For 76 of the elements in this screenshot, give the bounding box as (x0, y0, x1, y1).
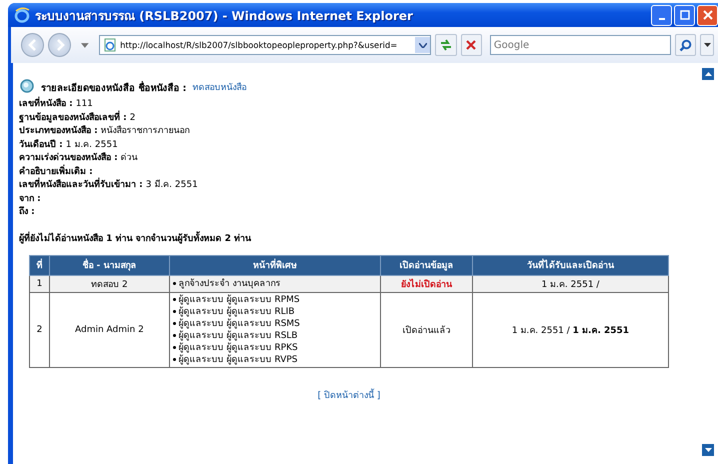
detail-value: 3 มี.ค. 2551 (146, 179, 198, 192)
bullet-icon (172, 322, 176, 325)
refresh-arrows-icon (439, 38, 454, 52)
minimize-icon (658, 18, 664, 20)
search-button[interactable] (675, 34, 696, 56)
detail-label: ประเภทของหนังสือ : (19, 125, 98, 138)
duty-item: ลูกจ้างประจำ งานบุคลากร (178, 278, 281, 290)
bullet-icon (172, 358, 176, 361)
duty-item: ผู้ดูแลระบบ ผู้ดูแลระบบ RLIB (178, 306, 295, 318)
dropdown-caret-icon[interactable] (81, 42, 90, 48)
column-header: ชื่อ - นามสกุล (50, 255, 170, 275)
search-icon (679, 38, 692, 52)
column-header: เปิดอ่านข้อมูล (380, 255, 472, 275)
table-cell: 1 ม.ค. 2551 / 1 ม.ค. 2551 (472, 292, 668, 367)
scroll-down-button[interactable] (702, 444, 714, 456)
bullet-icon (172, 282, 176, 285)
table-cell: 1 (30, 275, 50, 292)
url-text: http://localhost/R/slb2007/slbbooktopeopleproperty.php?&userid= (120, 40, 398, 50)
duty-item: ผู้ดูแลระบบ ผู้ดูแลระบบ RSMS (178, 318, 300, 330)
chevron-down-icon (418, 42, 427, 48)
maximize-button[interactable] (674, 4, 695, 26)
detail-label: ฐานข้อมูลของหนังสือเลขที่ : (19, 112, 127, 125)
table-cell: ทดสอบ 2 (50, 275, 170, 292)
maximize-icon (680, 10, 690, 20)
down-arrow-icon (704, 448, 712, 452)
minimize-button[interactable] (651, 4, 672, 26)
detail-value: 2 (130, 112, 136, 124)
duty-item: ผู้ดูแลระบบ ผู้ดูแลระบบ RVPS (178, 354, 298, 366)
detail-label: เลขที่หนังสือ : (19, 98, 73, 112)
heading-label: รายละเอียดของหนังสือ ชื่อหนังสือ : (41, 80, 186, 94)
bullet-icon (172, 334, 176, 337)
column-header: วันที่ได้รับและเปิดอ่าน (472, 255, 668, 275)
column-header: หน้าที่พิเศษ (169, 255, 381, 275)
book-title-link[interactable]: ทดสอบหนังสือ (192, 80, 246, 94)
scroll-up-button[interactable] (702, 68, 714, 80)
address-dropdown-icon[interactable] (415, 37, 430, 53)
detail-label: วันเดือนปี : (19, 138, 63, 152)
page-icon (103, 38, 118, 52)
ie-logo-icon (14, 7, 30, 23)
column-header: ที่ (30, 255, 50, 275)
read-status-cell: ยังไม่เปิดอ่าน (380, 275, 472, 292)
duty-item: ผู้ดูแลระบบ ผู้ดูแลระบบ RPMS (178, 294, 300, 306)
detail-label: เลขที่หนังสือและวันที่รับเข้ามา : (19, 179, 143, 192)
bullet-icon (172, 346, 176, 349)
address-field[interactable]: http://localhost/R/slb2007/slbbooktopeopleproperty.php?&userid= (99, 35, 432, 55)
detail-value: 1 ม.ค. 2551 (66, 138, 118, 152)
detail-label: จาก : (19, 192, 41, 206)
search-field[interactable]: Google (490, 35, 672, 55)
caret-icon (704, 43, 711, 47)
forward-button[interactable] (48, 33, 72, 57)
search-options-button[interactable] (700, 34, 714, 56)
summary-text: ผู้ที่ยังไม่ได้อ่านหนังสือ 1 ท่าน จากจำนวนผู้รับทั้งหมด 2 ท่าน (19, 230, 702, 244)
table-cell: Admin Admin 2 (50, 292, 170, 367)
close-button[interactable] (697, 4, 718, 26)
bullet-icon (172, 298, 176, 301)
up-arrow-icon (704, 72, 712, 76)
duty-item: ผู้ดูแลระบบ ผู้ดูแลระบบ RPKS (178, 342, 298, 354)
detail-value: 111 (76, 98, 93, 110)
detail-label: คำอธิบายเพิ่มเติม : (19, 166, 93, 178)
detail-label: ความเร่งด่วนของหนังสือ : (19, 152, 118, 164)
close-icon (702, 10, 712, 20)
read-status-cell: เปิดอ่านแล้ว (380, 292, 472, 367)
table-cell: 1 ม.ค. 2551 / (472, 275, 668, 292)
close-window-link[interactable]: [ ปิดหน้าต่างนี้ ] (318, 390, 380, 400)
table-cell: 2 (30, 292, 50, 367)
duty-item: ผู้ดูแลระบบ ผู้ดูแลระบบ RSLB (178, 330, 298, 342)
magnifier-icon (19, 79, 35, 95)
refresh-button[interactable] (435, 34, 457, 56)
bullet-icon (172, 310, 176, 313)
detail-value: ด่วน (120, 152, 138, 165)
back-button[interactable] (21, 33, 44, 57)
stop-icon (465, 39, 478, 51)
detail-value: หนังสือราชการภายนอก (100, 125, 190, 138)
detail-label: ถึง : (19, 206, 35, 219)
stop-button[interactable] (460, 34, 482, 56)
window-title: ระบบงานสารบรรณ (RSLB2007) - Windows Internet Explorer (35, 8, 414, 24)
